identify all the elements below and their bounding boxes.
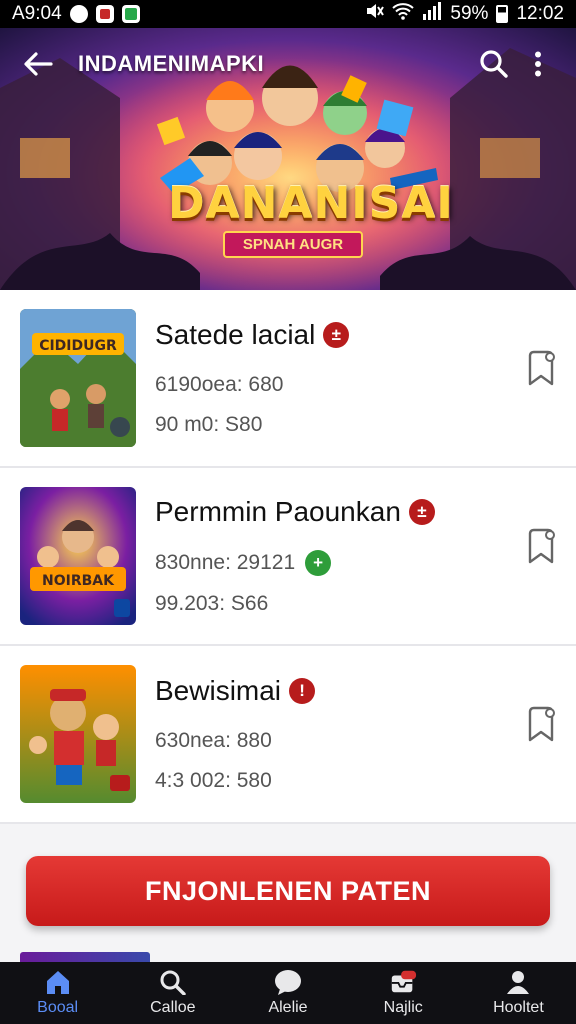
nav-item-inbox[interactable]: Najlic [346, 962, 461, 1024]
plus-badge: + [305, 550, 332, 576]
home-icon [44, 969, 72, 995]
inbox-icon [389, 969, 417, 995]
bookmark-icon [528, 706, 555, 742]
next-item-peek [20, 952, 150, 962]
game-list: CIDIDUGR Satede lacial ± 6190oea: 680 90… [0, 290, 576, 824]
nav-item-search[interactable]: Calloe [115, 962, 230, 1024]
game-title: Satede lacial ± [155, 319, 576, 351]
logo-ribbon: SPNAH AUGR [222, 231, 364, 258]
nav-item-profile[interactable]: Hooltet [461, 962, 576, 1024]
card-body: Satede lacial ± 6190oea: 680 90 m0: S80 [155, 319, 576, 437]
status-time-right: 12:02 [516, 3, 564, 24]
game-thumbnail: NOIRBAK [20, 487, 136, 625]
game-title: Permmin Paounkan ± [155, 496, 576, 528]
thumbnail-text: CIDIDUGR [39, 338, 117, 354]
bookmark-icon [528, 350, 555, 386]
search-button[interactable] [472, 42, 516, 86]
game-meta-2: 90 m0: S80 [155, 413, 263, 436]
more-vertical-icon [535, 51, 541, 77]
status-right: 59% 12:02 [364, 2, 564, 26]
back-button[interactable] [16, 42, 60, 86]
game-thumbnail [20, 665, 136, 803]
arrow-left-icon [24, 52, 53, 76]
battery-percent: 59% [450, 3, 489, 24]
more-button[interactable] [516, 42, 560, 86]
game-meta-1: 6190oea: 680 [155, 373, 284, 396]
nav-label: Hooltet [493, 999, 544, 1016]
hero-topbar: INDAMENIMAPKI [0, 28, 576, 100]
status-badge: ± [323, 322, 350, 348]
bookmark-button[interactable] [524, 528, 558, 564]
profile-icon [504, 969, 532, 995]
list-item[interactable]: CIDIDUGR Satede lacial ± 6190oea: 680 90… [0, 290, 576, 468]
game-meta-1: 630nea: 880 [155, 729, 272, 752]
list-item[interactable]: Bewisimai ! 630nea: 880 4:3 002: 580 [0, 646, 576, 824]
cta-container: FNJONLENEN PATEN [26, 856, 550, 926]
nav-label: Calloe [150, 999, 196, 1016]
chat-bubble-icon [274, 969, 302, 995]
status-left: A9:04 [12, 3, 140, 25]
app-screen: A9:04 59% 12:02 INDAMENIMAPKI DANANISAI … [0, 0, 576, 1024]
bookmark-icon [528, 528, 555, 564]
card-body: Bewisimai ! 630nea: 880 4:3 002: 580 [155, 675, 576, 793]
nav-label: Najlic [383, 999, 423, 1016]
game-title-text: Bewisimai [155, 675, 282, 706]
list-item[interactable]: NOIRBAK Permmin Paounkan ± 830nne: 29121… [0, 468, 576, 646]
game-meta-2: 99.203: S66 [155, 592, 269, 615]
hero-banner: INDAMENIMAPKI DANANISAI SPNAH AUGR [0, 28, 576, 290]
game-title-text: Satede lacial [155, 319, 316, 350]
app-icon [121, 5, 140, 23]
game-meta-1-text: 830nne: 29121 [155, 551, 296, 574]
game-logo: DANANISAI SPNAH AUGR [168, 178, 454, 258]
signal-icon [422, 2, 442, 26]
mute-icon [364, 2, 385, 26]
game-meta-1: 830nne: 29121 + [155, 550, 576, 576]
game-title-text: Permmin Paounkan [155, 496, 401, 527]
game-meta-2: 4:3 002: 580 [155, 769, 272, 792]
card-body: Permmin Paounkan ± 830nne: 29121 + 99.20… [155, 496, 576, 616]
status-bar: A9:04 59% 12:02 [0, 0, 576, 28]
search-icon [159, 969, 187, 995]
bookmark-button[interactable] [524, 350, 558, 386]
battery-icon [496, 5, 509, 23]
game-thumbnail: CIDIDUGR [20, 309, 136, 447]
notification-icon [95, 5, 114, 23]
search-icon [480, 50, 508, 78]
messenger-icon [69, 5, 88, 23]
thumbnail-text: NOIRBAK [42, 573, 115, 589]
logo-text: DANANISAI [168, 178, 454, 229]
bottom-nav: Booal Calloe Alelie Najlic Hooltet [0, 962, 576, 1024]
status-badge: ± [408, 499, 435, 525]
game-title: Bewisimai ! [155, 675, 576, 707]
nav-label: Booal [37, 999, 79, 1016]
primary-cta-button[interactable]: FNJONLENEN PATEN [26, 856, 550, 926]
wifi-icon [392, 2, 415, 26]
status-time-left: A9:04 [12, 3, 62, 24]
page-title: INDAMENIMAPKI [78, 51, 265, 76]
nav-item-chat[interactable]: Alelie [230, 962, 345, 1024]
status-badge: ! [289, 678, 316, 704]
nav-label: Alelie [268, 999, 308, 1016]
nav-item-home[interactable]: Booal [0, 962, 115, 1024]
bookmark-button[interactable] [524, 706, 558, 742]
